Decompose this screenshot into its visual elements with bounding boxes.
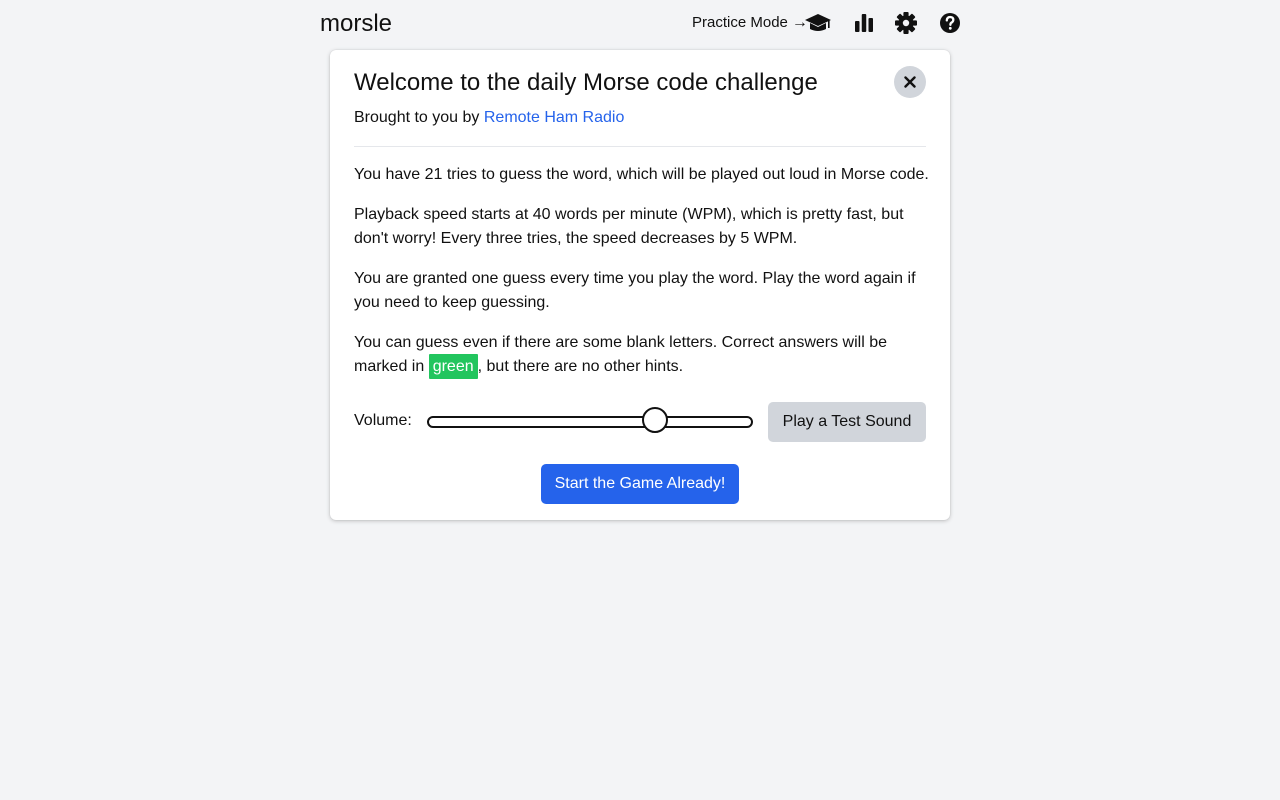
- start-game-button[interactable]: Start the Game Already!: [541, 464, 739, 504]
- app-title: morsle: [320, 10, 393, 37]
- volume-label: Volume:: [354, 412, 412, 429]
- welcome-dialog: Welcome to the daily Morse code challeng…: [330, 50, 950, 520]
- play-test-sound-button[interactable]: Play a Test Sound: [768, 402, 926, 442]
- volume-slider[interactable]: [427, 407, 753, 435]
- hint-text-after: , but there are no other hints.: [477, 358, 684, 375]
- divider: [354, 146, 926, 147]
- close-button[interactable]: [894, 66, 926, 98]
- chart-bar-icon[interactable]: [850, 10, 878, 36]
- question-icon[interactable]: [936, 10, 964, 36]
- slider-track[interactable]: [427, 416, 753, 428]
- green-highlight: green: [428, 354, 478, 379]
- slider-thumb[interactable]: [642, 407, 668, 433]
- instructions: You have 21 tries to guess the word, whi…: [354, 163, 934, 395]
- subtitle-prefix: Brought to you by: [354, 109, 484, 126]
- dialog-title: Welcome to the daily Morse code challeng…: [354, 69, 818, 96]
- instruction-guesses: You are granted one guess every time you…: [354, 270, 916, 311]
- graduation-cap-icon[interactable]: [804, 10, 832, 36]
- remote-ham-radio-link[interactable]: Remote Ham Radio: [484, 109, 625, 126]
- gear-icon[interactable]: [892, 10, 920, 36]
- dialog-subtitle: Brought to you by Remote Ham Radio: [354, 107, 624, 129]
- instruction-hints: You can guess even if there are some bla…: [354, 331, 934, 379]
- volume-row: Volume: Play a Test Sound: [354, 400, 926, 442]
- top-bar: morsle Practice Mode →: [320, 0, 960, 48]
- instruction-speed: Playback speed starts at 40 words per mi…: [354, 206, 904, 247]
- practice-mode-label: Practice Mode: [692, 14, 788, 31]
- instruction-tries: You have 21 tries to guess the word, whi…: [354, 166, 929, 183]
- practice-mode-link[interactable]: Practice Mode →: [692, 12, 808, 34]
- close-icon: [904, 76, 916, 88]
